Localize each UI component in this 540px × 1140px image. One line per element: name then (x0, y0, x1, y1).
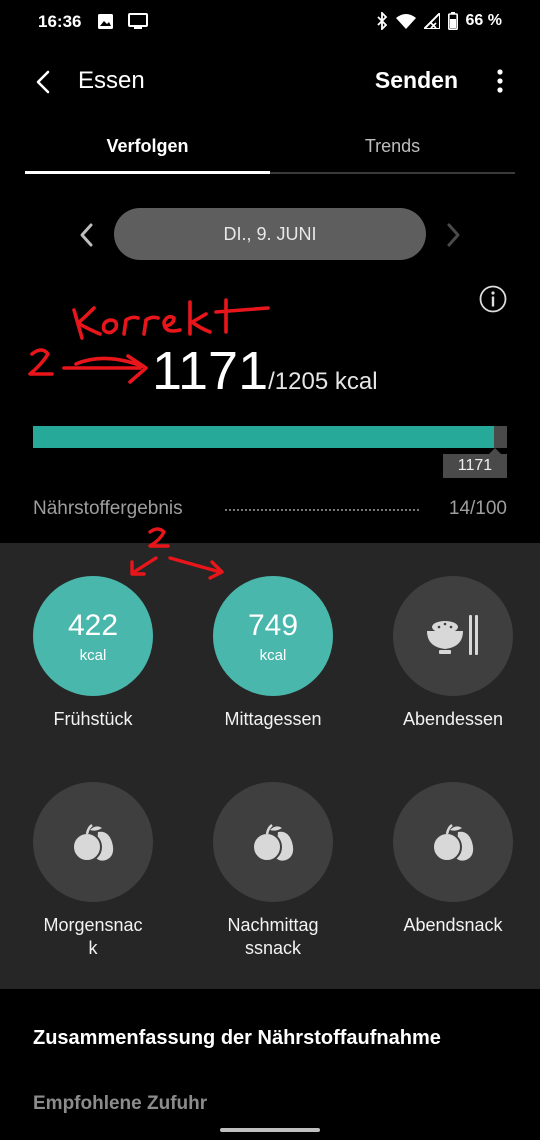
meal-kcal-value: 422 (67, 608, 119, 642)
date-selector[interactable]: DI., 9. JUNI (114, 208, 426, 260)
meal-circle-afternoon-snack[interactable] (213, 782, 333, 902)
recommended-intake-heading: Empfohlene Zufuhr (33, 1093, 208, 1114)
battery-icon (447, 12, 458, 30)
meals-panel: 422 kcal Frühstück 749 kcal Mittagessen … (0, 543, 540, 989)
more-vert-icon[interactable] (490, 67, 510, 99)
chevron-left-icon[interactable] (74, 220, 100, 250)
meal-breakfast[interactable]: 422 kcal Frühstück (18, 576, 168, 731)
meal-afternoon-snack[interactable]: Nachmittag ssnack (198, 782, 348, 960)
tab-verfolgen[interactable]: Verfolgen (25, 136, 270, 157)
back-arrow-icon[interactable] (28, 65, 62, 99)
bluetooth-icon (376, 12, 387, 30)
nutrient-score-row[interactable]: Nährstoffergebnis 14/100 (33, 496, 507, 524)
calorie-progress-bar (33, 426, 507, 448)
meal-dinner[interactable]: Abendessen (378, 576, 528, 731)
meal-kcal-unit: kcal (79, 646, 107, 664)
meal-kcal-unit: kcal (259, 646, 287, 664)
wifi-icon (395, 14, 416, 29)
meal-label: Frühstück (53, 709, 133, 729)
image-icon (98, 14, 113, 29)
meal-label: Abendsnack (403, 915, 503, 935)
rice-bowl-chopsticks-icon (427, 615, 478, 655)
meal-kcal-value: 749 (247, 608, 299, 642)
tab-bar: Verfolgen Trends (25, 128, 515, 174)
home-indicator[interactable] (220, 1128, 320, 1132)
calorie-summary: 1171/1205 kcal (152, 340, 378, 402)
meal-label: Abendessen (402, 709, 504, 729)
screen-cast-icon (128, 13, 148, 29)
dotted-leader (225, 509, 419, 511)
page-title: Essen (78, 67, 145, 94)
active-tab-indicator (25, 171, 270, 174)
nutrient-score-label: Nährstoffergebnis (33, 498, 183, 519)
meal-circle-lunch[interactable]: 749 kcal (213, 576, 333, 696)
tab-trends[interactable]: Trends (270, 136, 515, 157)
info-icon[interactable] (478, 284, 508, 314)
meal-circle-morning-snack[interactable] (33, 782, 153, 902)
status-bar: 16:36 66 % (0, 0, 540, 44)
nutrient-summary-heading: Zusammenfassung der Nährstoffaufnahme (33, 1027, 441, 1049)
meal-morning-snack[interactable]: Morgensnac k (18, 782, 168, 960)
meal-label: Mittagessen (224, 709, 322, 729)
calorie-progress-fill (33, 426, 494, 448)
meal-circle-evening-snack[interactable] (393, 782, 513, 902)
handwritten-annotation-arrows (130, 527, 224, 580)
fruit-icon (72, 824, 114, 862)
status-time: 16:36 (38, 12, 82, 31)
fruit-icon (432, 824, 474, 862)
calories-consumed: 1171 (152, 341, 269, 401)
chevron-right-icon[interactable] (440, 220, 466, 250)
send-button[interactable]: Senden (375, 67, 458, 94)
signal-icon (423, 13, 440, 29)
progress-marker-label: 1171 (443, 448, 507, 478)
date-navigator: DI., 9. JUNI (0, 208, 540, 262)
nutrient-score-value: 14/100 (448, 498, 507, 519)
meal-circle-breakfast[interactable]: 422 kcal (33, 576, 153, 696)
meal-label: Nachmittag ssnack (227, 915, 319, 958)
fruit-icon (252, 824, 294, 862)
battery-percentage: 66 % (465, 12, 502, 29)
meal-label: Morgensnac k (43, 915, 143, 958)
meal-lunch[interactable]: 749 kcal Mittagessen (198, 576, 348, 731)
meal-circle-dinner[interactable] (393, 576, 513, 696)
calorie-goal: /1205 kcal (268, 368, 378, 395)
meal-evening-snack[interactable]: Abendsnack (378, 782, 528, 937)
app-bar: Essen Senden (0, 55, 540, 109)
